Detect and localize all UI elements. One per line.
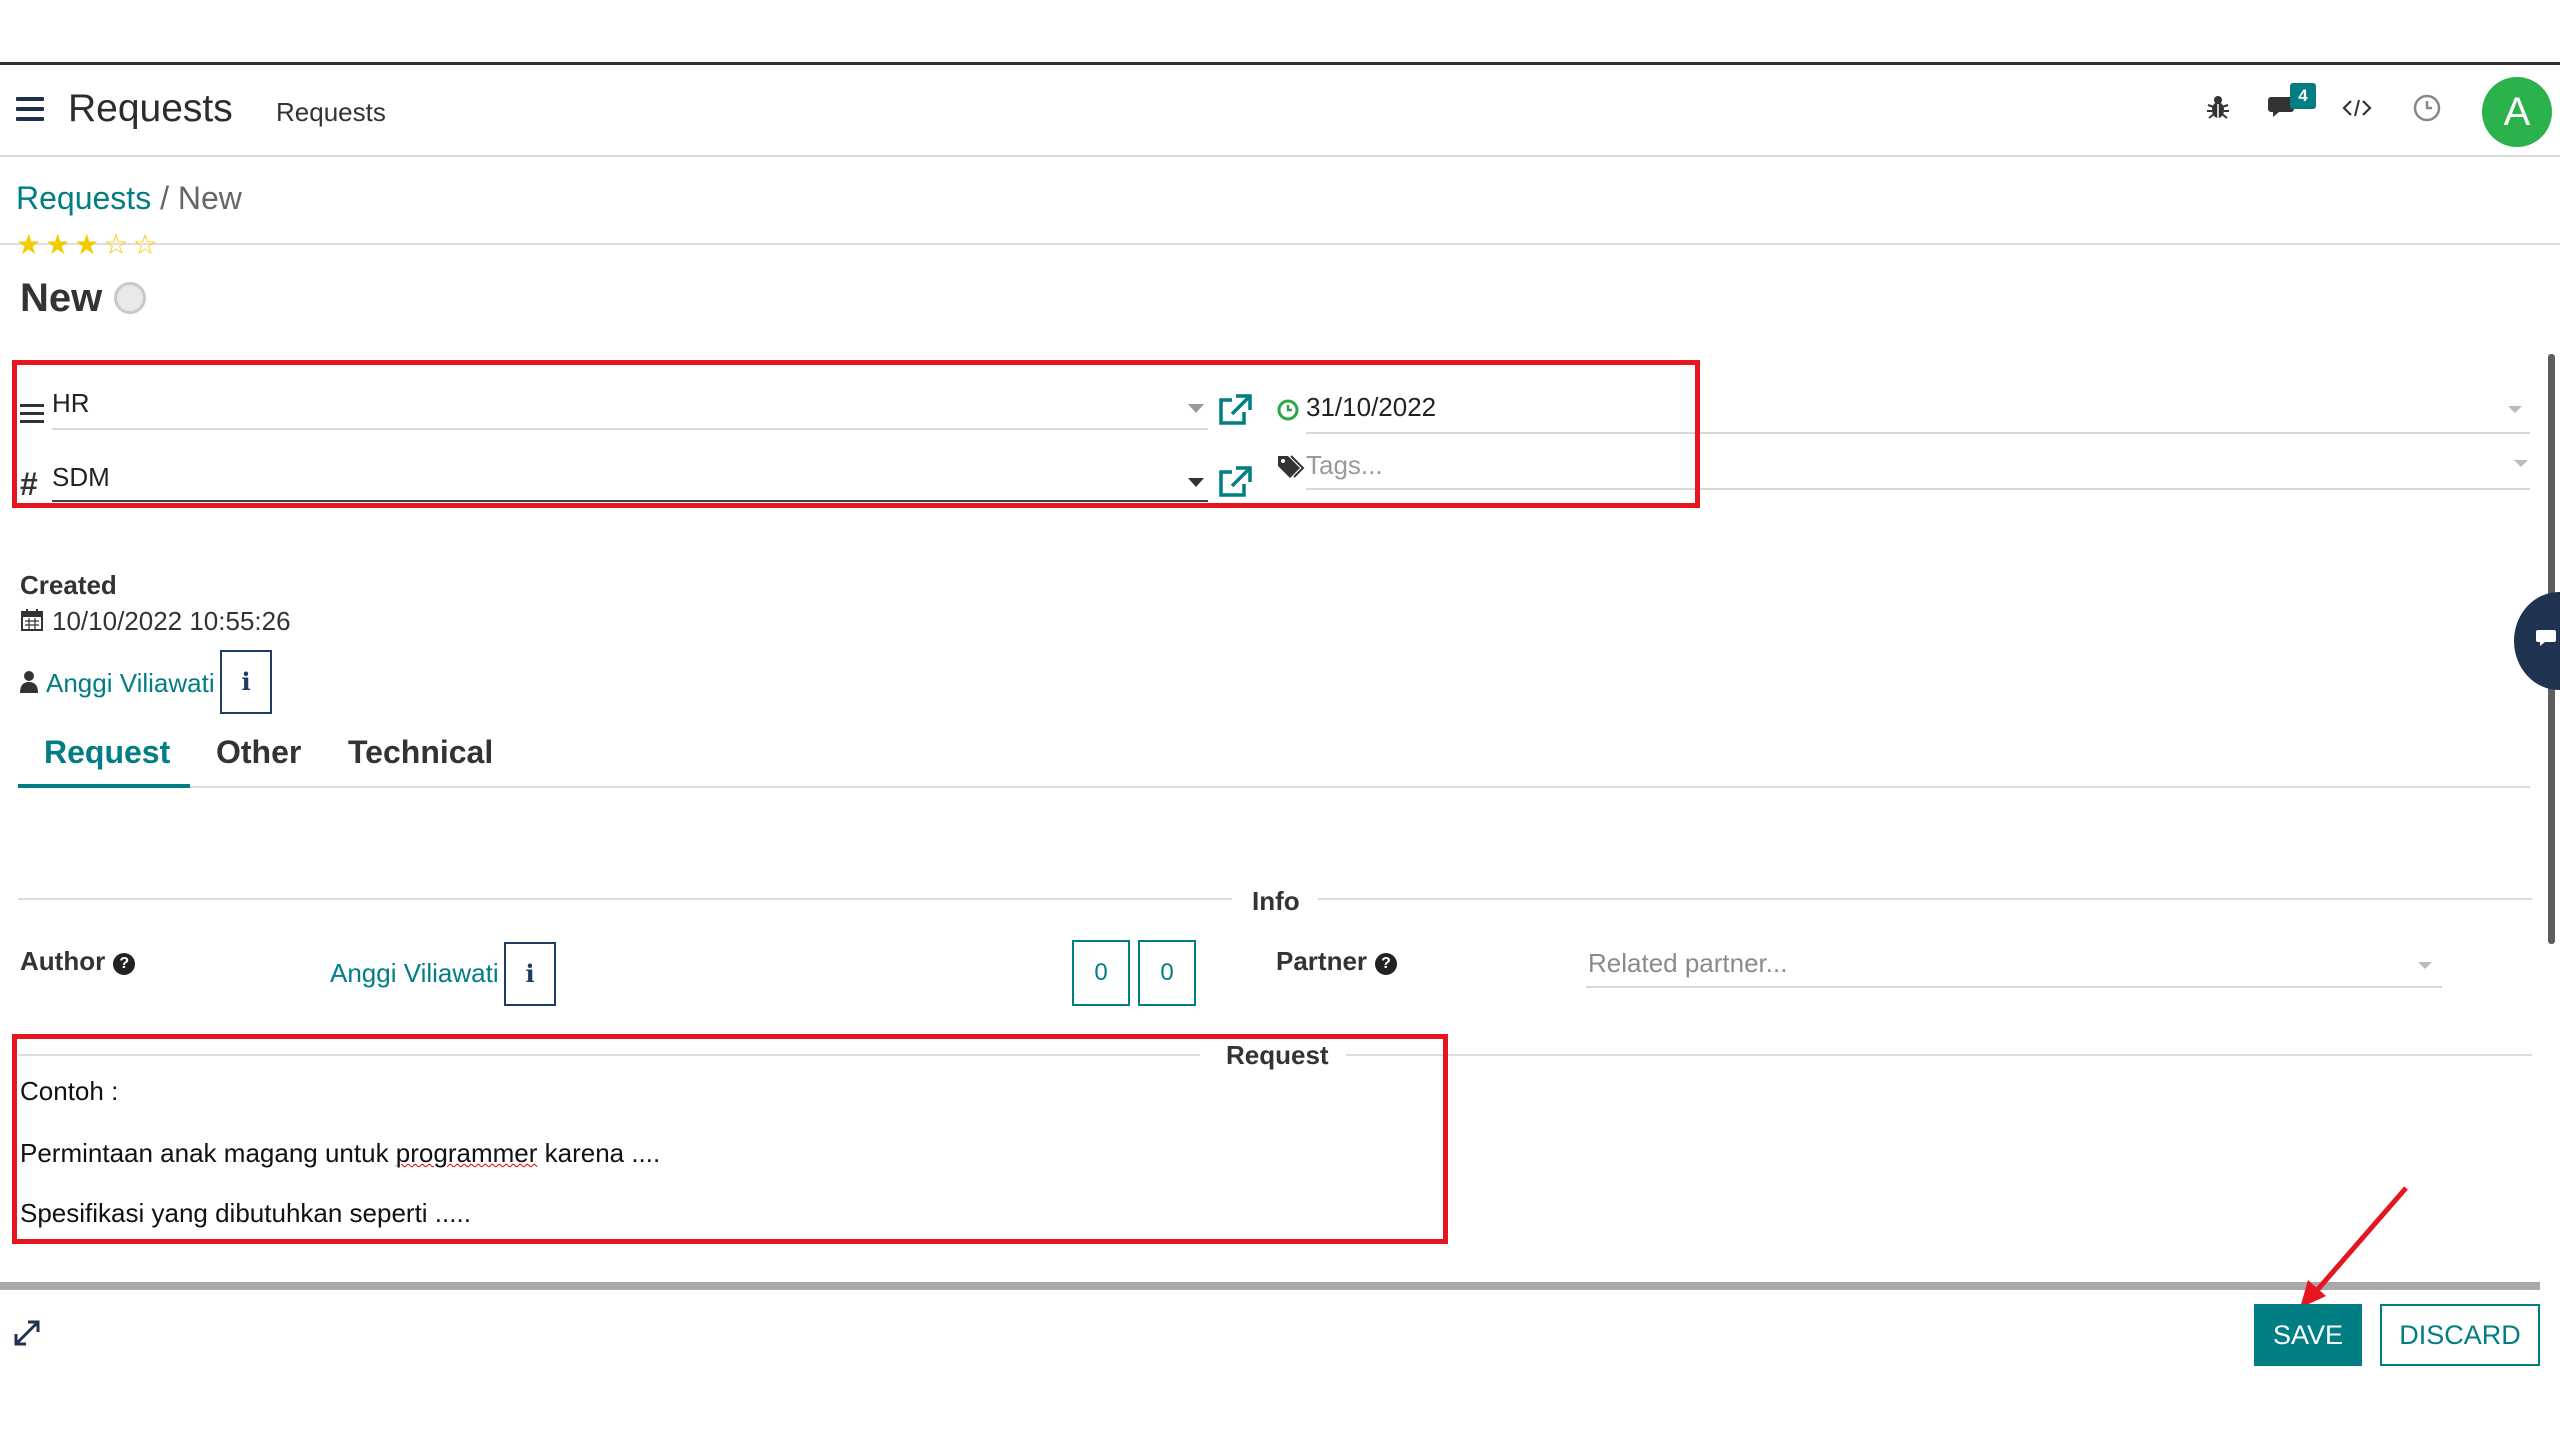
help-icon[interactable]: ? (1375, 953, 1398, 975)
highlight-box-request (12, 1034, 1448, 1244)
hamburger-menu-icon[interactable] (16, 97, 44, 123)
info-separator-line-left (18, 898, 1232, 900)
tab-request[interactable]: Request (44, 734, 170, 771)
bug-icon[interactable] (2206, 95, 2230, 128)
form-bottom-divider (0, 1282, 2540, 1290)
deadline-dropdown-icon[interactable] (2508, 406, 2522, 413)
breadcrumb-current: New (177, 180, 242, 216)
partner-label-text: Partner (1276, 946, 1368, 976)
calendar-icon (21, 609, 43, 631)
discard-button[interactable]: DISCARD (2380, 1304, 2540, 1366)
tags-dropdown-icon[interactable] (2514, 460, 2528, 467)
tab-other[interactable]: Other (216, 734, 301, 771)
status-indicator-icon[interactable] (114, 282, 146, 314)
clock-icon[interactable] (2412, 93, 2442, 130)
counter-button-b[interactable]: 0 (1138, 940, 1196, 1006)
breadcrumb: Requests / New (16, 180, 242, 217)
partner-underline (1586, 986, 2442, 988)
expand-icon[interactable] (12, 1318, 42, 1348)
counter-button-a[interactable]: 0 (1072, 940, 1130, 1006)
partner-label: Partner? (1276, 946, 1398, 977)
author-info-button[interactable]: i (504, 942, 556, 1006)
priority-stars[interactable]: ★★★☆☆ (16, 228, 162, 261)
main-navbar: Requests Requests 4 A (0, 65, 2560, 157)
annotation-arrow-icon (2300, 1186, 2408, 1308)
created-datetime: 10/10/2022 10:55:26 (52, 606, 291, 636)
chat-count-badge: 4 (2290, 83, 2316, 109)
chat-bubble-icon (2536, 630, 2556, 646)
partner-dropdown-icon[interactable] (2418, 962, 2432, 969)
star-filled-icon[interactable]: ★ (16, 229, 45, 260)
author-label: Author? (20, 946, 136, 977)
nav-menu-requests[interactable]: Requests (276, 97, 386, 128)
breadcrumb-separator: / (160, 180, 169, 216)
star-empty-icon[interactable]: ☆ (132, 229, 161, 260)
help-icon[interactable]: ? (113, 953, 136, 975)
star-empty-icon[interactable]: ☆ (103, 229, 132, 260)
author-link[interactable]: Anggi Viliawati (330, 958, 499, 989)
user-info-button[interactable]: i (220, 650, 272, 714)
highlight-box-fields (12, 360, 1700, 508)
star-filled-icon[interactable]: ★ (74, 229, 103, 260)
request-separator-line-right (1346, 1054, 2532, 1056)
created-label: Created (20, 570, 117, 600)
save-button[interactable]: SAVE (2254, 1304, 2362, 1366)
user-avatar[interactable]: A (2482, 77, 2552, 147)
info-separator-label: Info (1252, 886, 1300, 916)
tabs-divider (18, 786, 2530, 788)
code-icon[interactable] (2342, 95, 2372, 126)
created-user-link[interactable]: Anggi Viliawati (46, 668, 215, 699)
breadcrumb-requests-link[interactable]: Requests (16, 180, 151, 216)
record-title: New (20, 276, 103, 320)
app-title: Requests (68, 87, 233, 130)
partner-input[interactable]: Related partner... (1588, 948, 1787, 979)
star-filled-icon[interactable]: ★ (45, 229, 74, 260)
breadcrumb-divider (0, 243, 2560, 245)
user-icon (20, 671, 38, 693)
info-separator-line-right (1318, 898, 2532, 900)
author-label-text: Author (20, 946, 106, 976)
tab-technical[interactable]: Technical (348, 734, 493, 771)
active-tab-indicator (18, 784, 190, 788)
chatter-toggle-button[interactable] (2514, 592, 2560, 690)
